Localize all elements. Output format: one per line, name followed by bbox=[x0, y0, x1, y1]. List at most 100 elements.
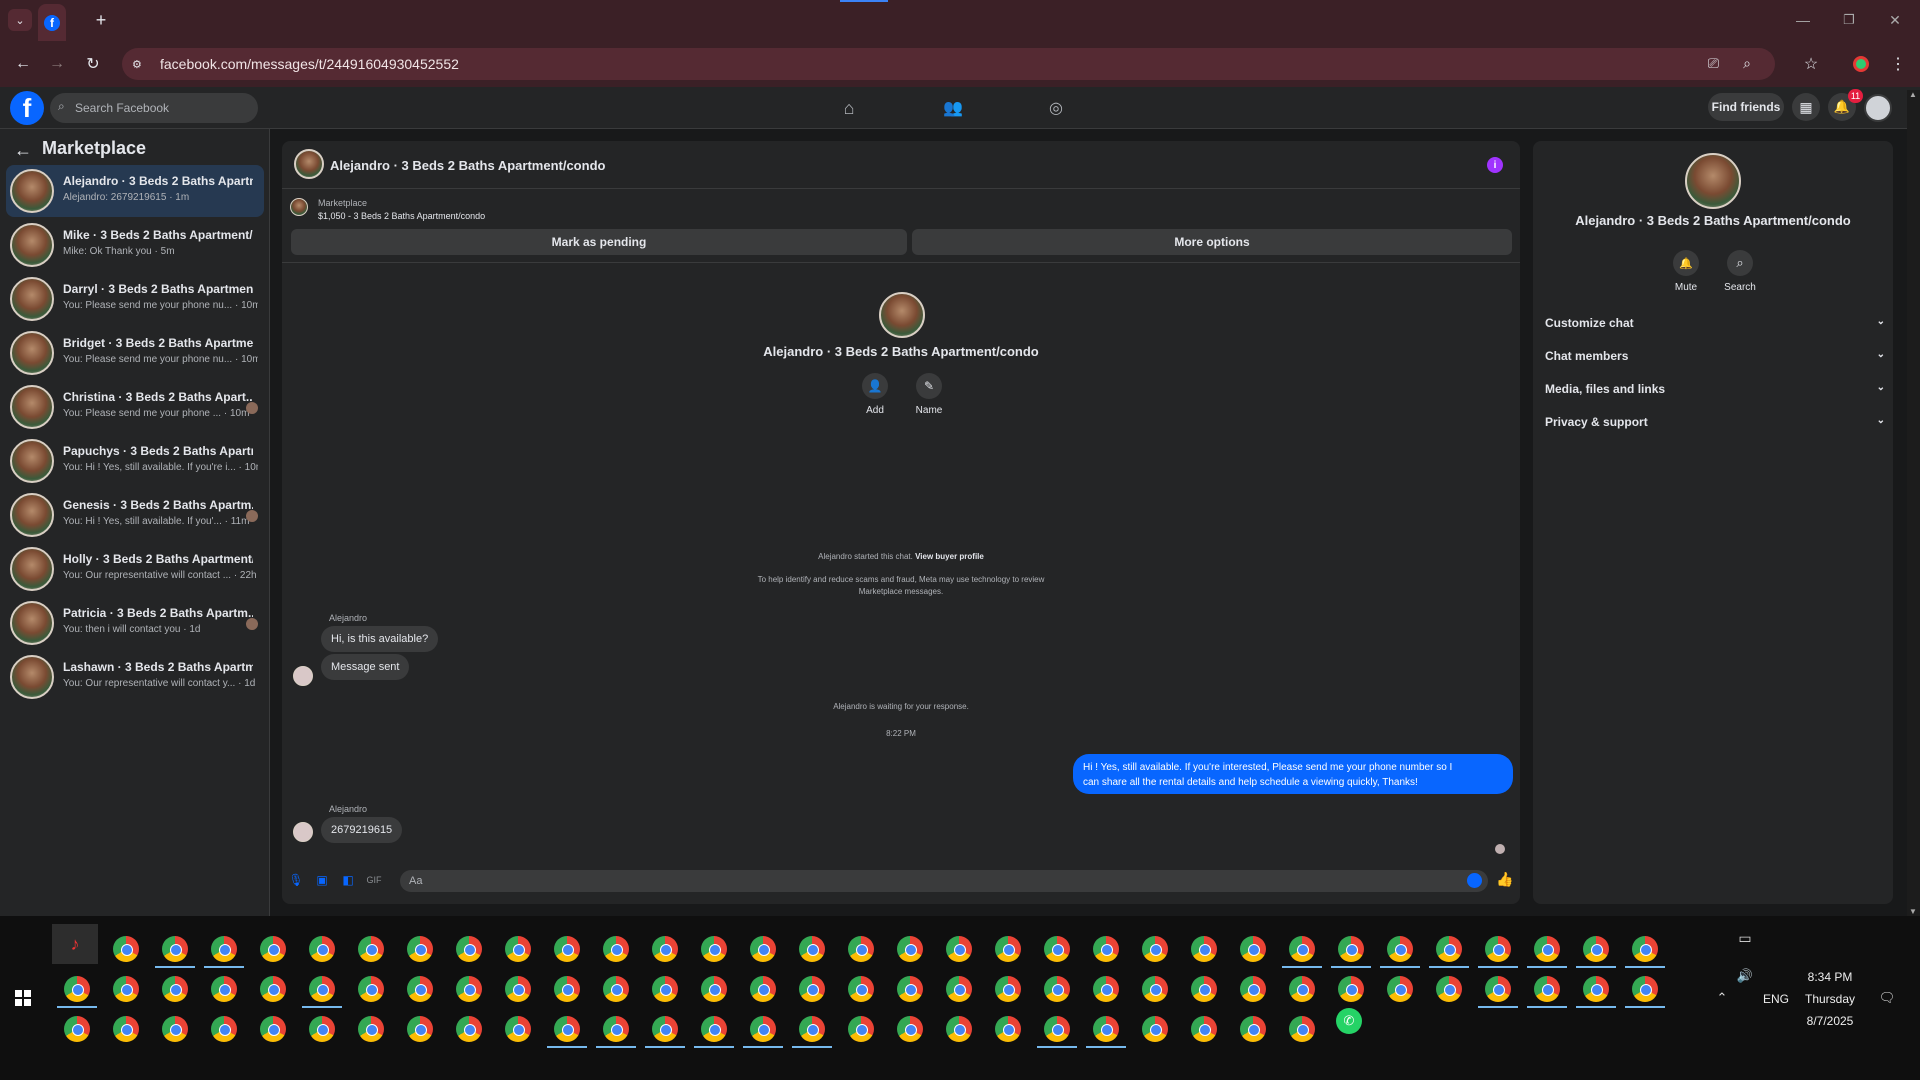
conversation-item[interactable]: Bridget · 3 Beds 2 Baths Apartmen... You… bbox=[6, 327, 264, 379]
chrome-window-icon[interactable] bbox=[1093, 1016, 1119, 1042]
chrome-window-icon[interactable] bbox=[1387, 936, 1413, 962]
chrome-window-icon[interactable] bbox=[1093, 976, 1119, 1002]
chrome-window-icon[interactable] bbox=[64, 1016, 90, 1042]
chrome-window-icon[interactable] bbox=[1044, 1016, 1070, 1042]
chrome-window-icon[interactable] bbox=[358, 976, 384, 1002]
chrome-window-icon[interactable] bbox=[1289, 1016, 1315, 1042]
restore-button[interactable]: ❐ bbox=[1836, 8, 1862, 32]
minimize-button[interactable]: — bbox=[1790, 8, 1816, 32]
zoom-icon[interactable]: ⌕ bbox=[1743, 55, 1751, 72]
chrome-window-icon[interactable] bbox=[162, 936, 188, 962]
microphone-icon[interactable]: 🎙 bbox=[288, 872, 304, 888]
extension-icon[interactable] bbox=[1853, 56, 1869, 72]
chat-header-title[interactable]: Alejandro · 3 Beds 2 Baths Apartment/con… bbox=[330, 158, 605, 173]
forward-icon[interactable]: → bbox=[46, 53, 68, 75]
conversation-item[interactable]: Lashawn · 3 Beds 2 Baths Apartme... You:… bbox=[6, 651, 264, 703]
chrome-window-icon[interactable] bbox=[946, 1016, 972, 1042]
chrome-window-icon[interactable] bbox=[1191, 1016, 1217, 1042]
chrome-window-icon[interactable] bbox=[995, 1016, 1021, 1042]
chrome-window-icon[interactable] bbox=[1142, 1016, 1168, 1042]
groups-icon[interactable]: ◎ bbox=[1043, 97, 1069, 119]
chrome-window-icon[interactable] bbox=[260, 1016, 286, 1042]
chrome-window-icon[interactable] bbox=[113, 976, 139, 1002]
chrome-window-icon[interactable] bbox=[750, 1016, 776, 1042]
customize-chat-section[interactable]: Customize chat ⌄ bbox=[1545, 316, 1885, 336]
chrome-window-icon[interactable] bbox=[652, 976, 678, 1002]
chrome-window-icon[interactable] bbox=[505, 976, 531, 1002]
listing-thumbnail[interactable] bbox=[290, 198, 308, 216]
chrome-window-icon[interactable] bbox=[1436, 936, 1462, 962]
chrome-window-icon[interactable] bbox=[848, 976, 874, 1002]
language-indicator[interactable]: ENG bbox=[1763, 992, 1789, 1006]
page-scrollbar[interactable]: ▲ ▼ bbox=[1907, 90, 1920, 916]
search-box[interactable]: ⌕ Search Facebook bbox=[50, 93, 258, 123]
chrome-window-icon[interactable] bbox=[1240, 936, 1266, 962]
chrome-window-icon[interactable] bbox=[1191, 936, 1217, 962]
chrome-window-icon[interactable] bbox=[1534, 976, 1560, 1002]
chrome-window-icon[interactable] bbox=[848, 936, 874, 962]
site-info-icon[interactable]: ⚙ bbox=[132, 58, 148, 71]
chrome-window-icon[interactable] bbox=[1191, 976, 1217, 1002]
chrome-window-icon[interactable] bbox=[1583, 936, 1609, 962]
chrome-window-icon[interactable] bbox=[1338, 976, 1364, 1002]
chrome-window-icon[interactable] bbox=[309, 1016, 335, 1042]
chrome-window-icon[interactable] bbox=[1485, 976, 1511, 1002]
chrome-window-icon[interactable] bbox=[1240, 1016, 1266, 1042]
chrome-window-icon[interactable] bbox=[1142, 936, 1168, 962]
find-friends-button[interactable]: Find friends bbox=[1708, 93, 1784, 121]
conversation-item[interactable]: Alejandro · 3 Beds 2 Baths Apartm... Ale… bbox=[6, 165, 264, 217]
conversation-item[interactable]: Papuchys · 3 Beds 2 Baths Apartm... You:… bbox=[6, 435, 264, 487]
chrome-window-icon[interactable] bbox=[260, 976, 286, 1002]
chrome-window-icon[interactable] bbox=[309, 976, 335, 1002]
conversation-item[interactable]: Christina · 3 Beds 2 Baths Apart... You:… bbox=[6, 381, 264, 433]
privacy-support-section[interactable]: Privacy & support ⌄ bbox=[1545, 415, 1885, 435]
volume-icon[interactable]: 🔊 bbox=[1735, 966, 1755, 986]
chrome-window-icon[interactable] bbox=[1583, 976, 1609, 1002]
chrome-window-icon[interactable] bbox=[113, 1016, 139, 1042]
chrome-window-icon[interactable] bbox=[750, 936, 776, 962]
chrome-window-icon[interactable] bbox=[995, 976, 1021, 1002]
chrome-window-icon[interactable] bbox=[946, 936, 972, 962]
chrome-window-icon[interactable] bbox=[358, 1016, 384, 1042]
windows-start-icon[interactable] bbox=[15, 990, 31, 1006]
chrome-window-icon[interactable] bbox=[652, 1016, 678, 1042]
search-chat-icon[interactable]: ⌕ bbox=[1727, 250, 1753, 276]
chrome-window-icon[interactable] bbox=[554, 976, 580, 1002]
more-options-button[interactable]: More options bbox=[912, 229, 1512, 255]
chat-header-avatar[interactable] bbox=[294, 149, 324, 179]
view-buyer-profile-link[interactable]: View buyer profile bbox=[915, 552, 984, 561]
search-input[interactable]: Search Facebook bbox=[75, 101, 169, 115]
chrome-window-icon[interactable] bbox=[603, 976, 629, 1002]
chrome-window-icon[interactable] bbox=[1289, 976, 1315, 1002]
chrome-window-icon[interactable] bbox=[407, 936, 433, 962]
reload-icon[interactable]: ↻ bbox=[82, 53, 104, 75]
bookmark-star-icon[interactable]: ☆ bbox=[1800, 53, 1822, 75]
chrome-window-icon[interactable] bbox=[456, 976, 482, 1002]
chrome-window-icon[interactable] bbox=[1093, 936, 1119, 962]
emoji-icon[interactable] bbox=[1467, 873, 1482, 888]
chrome-window-icon[interactable] bbox=[64, 976, 90, 1002]
message-bubble[interactable]: Hi, is this available? bbox=[321, 626, 439, 652]
listing-detail[interactable]: $1,050 - 3 Beds 2 Baths Apartment/condo bbox=[318, 211, 485, 221]
active-tab[interactable]: f bbox=[38, 4, 66, 41]
chrome-window-icon[interactable] bbox=[554, 936, 580, 962]
new-tab-button[interactable]: + bbox=[90, 9, 112, 31]
message-input[interactable]: Aa bbox=[400, 870, 1488, 892]
conversation-item[interactable]: Darryl · 3 Beds 2 Baths Apartment... You… bbox=[6, 273, 264, 325]
chrome-window-icon[interactable] bbox=[946, 976, 972, 1002]
chrome-window-icon[interactable] bbox=[1387, 976, 1413, 1002]
photo-icon[interactable]: ▣ bbox=[314, 872, 330, 888]
chrome-window-icon[interactable] bbox=[211, 1016, 237, 1042]
chrome-window-icon[interactable] bbox=[603, 936, 629, 962]
chrome-window-icon[interactable] bbox=[1289, 936, 1315, 962]
chrome-window-icon[interactable] bbox=[1338, 936, 1364, 962]
chrome-window-icon[interactable] bbox=[456, 936, 482, 962]
chrome-window-icon[interactable] bbox=[799, 976, 825, 1002]
desktop-icon[interactable]: ▭ bbox=[1735, 928, 1755, 948]
close-window-button[interactable]: ✕ bbox=[1882, 8, 1908, 32]
chrome-window-icon[interactable] bbox=[1044, 936, 1070, 962]
chrome-window-icon[interactable] bbox=[1632, 976, 1658, 1002]
chrome-window-icon[interactable] bbox=[897, 936, 923, 962]
chrome-window-icon[interactable] bbox=[897, 1016, 923, 1042]
edit-name-icon[interactable]: ✎ bbox=[916, 373, 942, 399]
